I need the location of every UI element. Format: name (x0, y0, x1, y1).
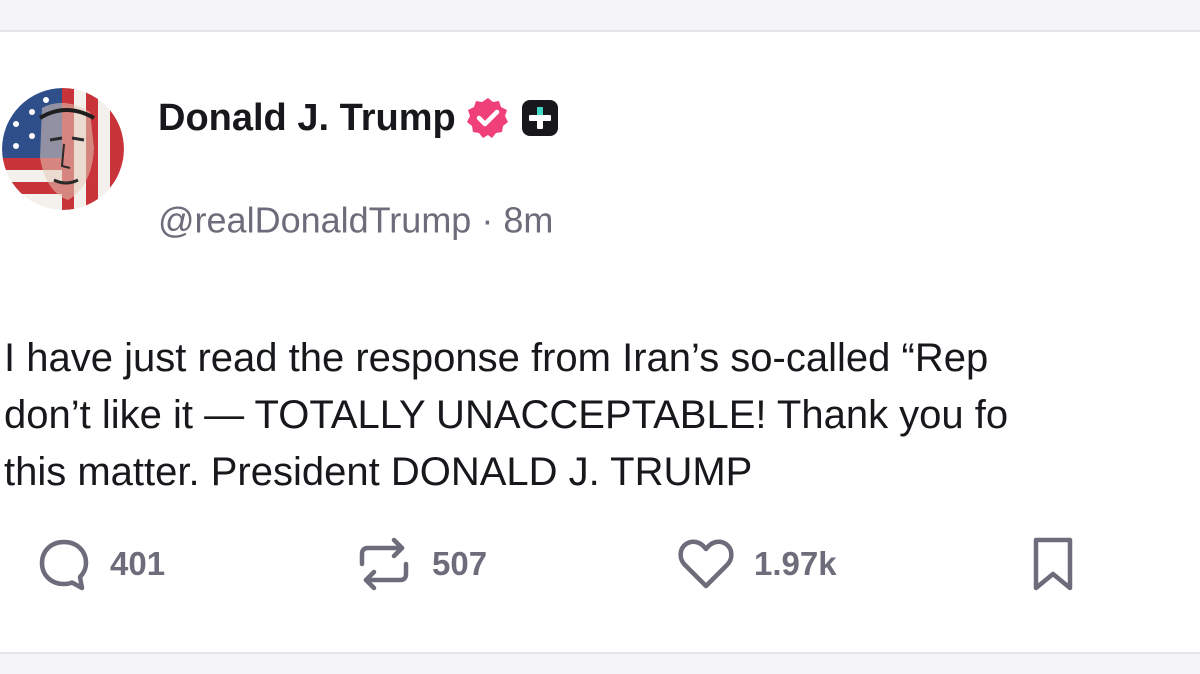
author-row: Donald J. Trump (158, 96, 560, 140)
author-meta: @realDonaldTrump · 8m (158, 197, 553, 241)
post-body-line: this matter. President DONALD J. TRUMP (4, 450, 753, 494)
meta-separator: · (481, 199, 494, 241)
like-button[interactable]: 1.97k (676, 532, 837, 596)
post-timestamp[interactable]: 8m (503, 199, 553, 240)
like-count: 1.97k (754, 545, 837, 582)
plus-badge-icon (520, 98, 560, 138)
bookmark-icon (1033, 537, 1073, 591)
verified-badge-icon (466, 96, 510, 140)
heart-icon (678, 539, 734, 589)
repost-icon (359, 537, 409, 591)
reply-button[interactable]: 401 (36, 532, 165, 596)
post-card[interactable]: Donald J. Trump @realDonaldTrump · 8m I … (0, 30, 1200, 654)
post-body: I have just read the response from Iran’… (4, 330, 1200, 501)
avatar-image (2, 88, 124, 210)
reply-icon (39, 539, 89, 591)
repost-count: 507 (432, 545, 488, 582)
author-handle[interactable]: @realDonaldTrump (158, 199, 471, 240)
repost-button[interactable]: 507 (354, 532, 487, 596)
post-body-line: don’t like it — TOTALLY UNACCEPTABLE! Th… (4, 393, 1009, 437)
post-body-line: I have just read the response from Iran’… (4, 336, 989, 380)
reply-count: 401 (110, 545, 166, 582)
author-display-name[interactable]: Donald J. Trump (158, 97, 456, 140)
post-actions: 401 507 1.97k (0, 532, 1200, 596)
avatar[interactable] (2, 88, 124, 210)
bookmark-button[interactable] (1028, 532, 1078, 596)
